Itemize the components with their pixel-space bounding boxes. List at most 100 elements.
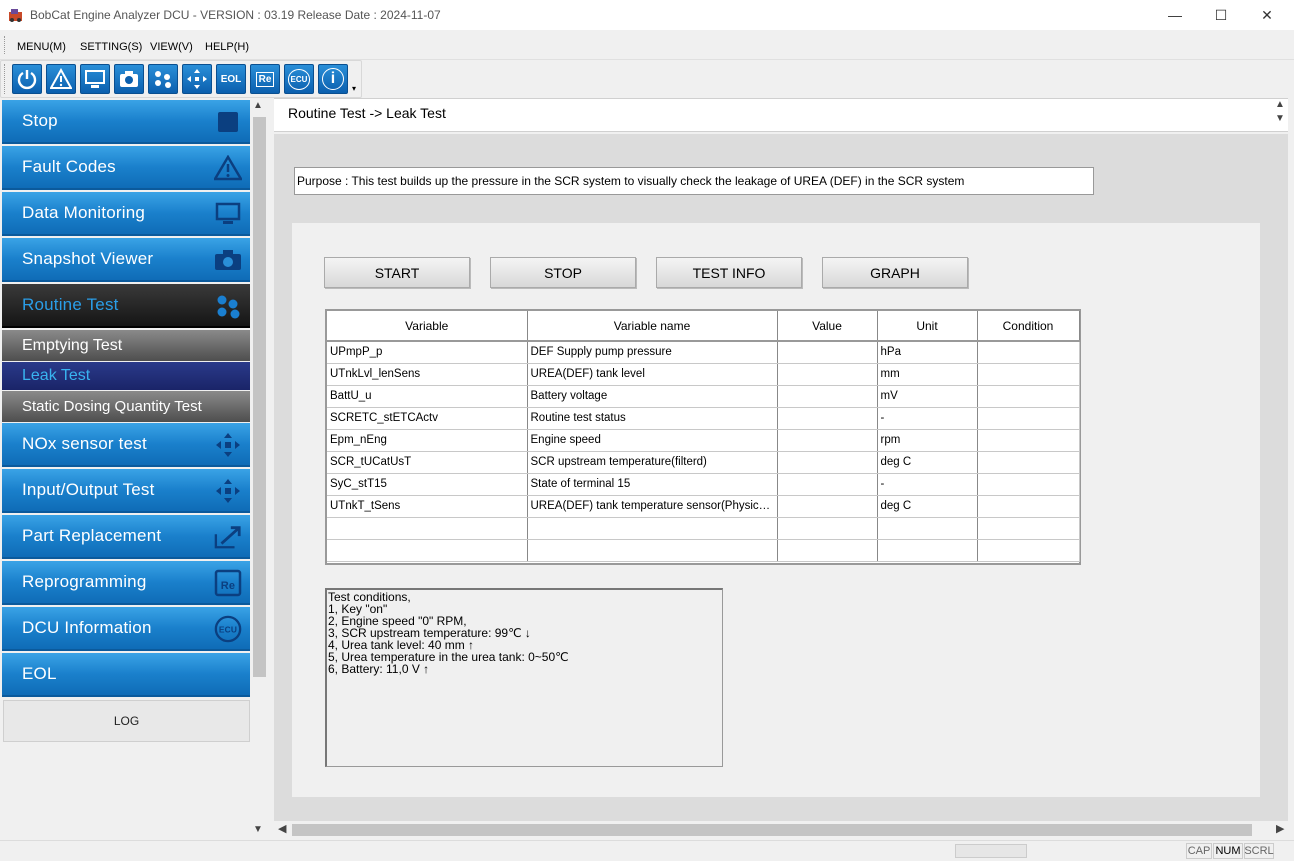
horizontal-scroll-thumb[interactable] xyxy=(292,824,1252,836)
table-cell xyxy=(777,341,878,364)
subitem-static-dosing-quantity-test[interactable]: Static Dosing Quantity Test xyxy=(2,391,250,422)
menu-view[interactable]: VIEW(V) xyxy=(150,41,193,53)
table-cell xyxy=(777,363,878,386)
arrows-icon xyxy=(214,477,242,505)
scroll-up-icon[interactable]: ▲ xyxy=(253,100,263,111)
column-header[interactable]: Variable name xyxy=(527,311,778,342)
table-cell: deg C xyxy=(877,451,978,474)
column-header[interactable]: Unit xyxy=(877,311,978,342)
table-row[interactable]: SCR_tUCatUsT SCR upstream temperature(fil… xyxy=(327,451,1080,474)
breadcrumb: Routine Test -> Leak Test xyxy=(288,105,446,121)
close-button[interactable]: ✕ xyxy=(1244,0,1290,30)
sidebar-item-label: Reprogramming xyxy=(22,572,147,591)
scroll-down-icon[interactable]: ▼ xyxy=(253,824,263,835)
sidebar-item-part-replacement[interactable]: Part Replacement xyxy=(2,515,250,559)
table-cell: UPmpP_p xyxy=(327,341,528,364)
scroll-left-icon[interactable]: ◀ xyxy=(278,822,286,835)
start-button[interactable]: START xyxy=(324,257,470,288)
scroll-down-icon[interactable]: ▼ xyxy=(1272,112,1288,126)
table-cell xyxy=(777,385,878,408)
status-cap: CAP xyxy=(1186,843,1212,859)
subitem-leak-test[interactable]: Leak Test xyxy=(2,362,250,390)
power-icon[interactable] xyxy=(12,64,42,94)
table-cell: Routine test status xyxy=(527,407,778,430)
scroll-right-icon[interactable]: ▶ xyxy=(1276,822,1284,835)
table-cell: UTnkT_tSens xyxy=(327,495,528,518)
re-icon[interactable]: Re xyxy=(250,64,280,94)
menu-bar xyxy=(0,30,1294,60)
arrows-icon[interactable] xyxy=(182,64,212,94)
table-cell: SyC_stT15 xyxy=(327,473,528,496)
table-cell: Engine speed xyxy=(527,429,778,452)
status-bar xyxy=(0,840,1294,861)
maximize-button[interactable]: ☐ xyxy=(1198,0,1244,30)
scroll-up-icon[interactable]: ▲ xyxy=(1272,98,1288,112)
table-cell xyxy=(777,429,878,452)
sidebar-item-data-monitoring[interactable]: Data Monitoring xyxy=(2,192,250,236)
table-row[interactable]: SyC_stT15 State of terminal 15 - xyxy=(327,473,1080,496)
sidebar-item-fault-codes[interactable]: Fault Codes xyxy=(2,146,250,190)
svg-text:ECU: ECU xyxy=(219,625,237,635)
sidebar-item-eol[interactable]: EOL xyxy=(2,653,250,697)
routine-icon[interactable] xyxy=(148,64,178,94)
table-row[interactable]: UPmpP_p DEF Supply pump pressure hPa xyxy=(327,341,1080,364)
info-icon-label: i xyxy=(322,68,344,90)
breadcrumb-scrollbar[interactable]: ▲ ▼ xyxy=(1272,98,1288,132)
table-cell xyxy=(877,517,978,540)
sidebar-item-routine-test[interactable]: Routine Test xyxy=(2,284,250,328)
graph-button[interactable]: GRAPH xyxy=(822,257,968,288)
purpose-field: Purpose : This test builds up the pressu… xyxy=(294,167,1094,195)
table-body: UPmpP_p DEF Supply pump pressure hPa UTnkLv… xyxy=(327,341,1080,562)
column-header[interactable]: Variable xyxy=(327,311,528,342)
monitor-icon xyxy=(214,200,242,228)
table-row[interactable] xyxy=(327,539,1080,562)
menu-menu[interactable]: MENU(M) xyxy=(17,41,66,53)
table-cell xyxy=(977,539,1080,562)
svg-text:Re: Re xyxy=(221,580,235,592)
column-header[interactable]: Condition xyxy=(977,311,1080,342)
table-cell xyxy=(777,473,878,496)
table-row[interactable]: UTnkT_tSens UREA(DEF) tank temperature se… xyxy=(327,495,1080,518)
column-header[interactable]: Value xyxy=(777,311,878,342)
stop-icon xyxy=(214,108,242,136)
table-row[interactable]: Epm_nEng Engine speed rpm xyxy=(327,429,1080,452)
stop-button[interactable]: STOP xyxy=(490,257,636,288)
sidebar-item-input-output-test[interactable]: Input/Output Test xyxy=(2,469,250,513)
monitor-icon[interactable] xyxy=(80,64,110,94)
re-icon: Re xyxy=(214,569,242,597)
table-cell: mm xyxy=(877,363,978,386)
table-cell xyxy=(777,495,878,518)
table-row[interactable]: UTnkLvl_lenSens UREA(DEF) tank level mm xyxy=(327,363,1080,386)
window-title: BobCat Engine Analyzer DCU - VERSION : 0… xyxy=(30,8,441,22)
menu-help[interactable]: HELP(H) xyxy=(205,41,249,53)
sidebar-item-nox-sensor-test[interactable]: NOx sensor test xyxy=(2,423,250,467)
eol-icon[interactable]: EOL xyxy=(216,64,246,94)
table-cell xyxy=(977,385,1080,408)
table-cell: rpm xyxy=(877,429,978,452)
sidebar-item-label: Snapshot Viewer xyxy=(22,249,154,268)
minimize-button[interactable]: — xyxy=(1152,0,1198,30)
sidebar-item-dcu-information[interactable]: DCU Information ECU xyxy=(2,607,250,651)
sidebar-item-label: DCU Information xyxy=(22,618,152,637)
log-button[interactable]: LOG xyxy=(3,700,250,742)
table-row[interactable] xyxy=(327,517,1080,540)
table-cell xyxy=(977,451,1080,474)
sidebar-item-label: NOx sensor test xyxy=(22,434,147,453)
ecu-icon[interactable]: ECU xyxy=(284,64,314,94)
test-info-button[interactable]: TEST INFO xyxy=(656,257,802,288)
ecu-icon-label: ECU xyxy=(287,68,311,90)
warning-icon[interactable] xyxy=(46,64,76,94)
sidebar-scroll-thumb[interactable] xyxy=(253,117,266,677)
camera-icon[interactable] xyxy=(114,64,144,94)
sidebar-item-snapshot-viewer[interactable]: Snapshot Viewer xyxy=(2,238,250,282)
arrows-icon xyxy=(214,431,242,459)
table-cell xyxy=(777,451,878,474)
info-icon[interactable]: i xyxy=(318,64,348,94)
toolbar-overflow-icon[interactable]: ▾ xyxy=(352,84,356,93)
menu-setting[interactable]: SETTING(S) xyxy=(80,41,142,53)
table-row[interactable]: SCRETC_stETCActv Routine test status - xyxy=(327,407,1080,430)
sidebar-item-stop[interactable]: Stop xyxy=(2,100,250,144)
subitem-emptying-test[interactable]: Emptying Test xyxy=(2,330,250,361)
table-row[interactable]: BattU_u Battery voltage mV xyxy=(327,385,1080,408)
sidebar-item-reprogramming[interactable]: Reprogramming Re xyxy=(2,561,250,605)
